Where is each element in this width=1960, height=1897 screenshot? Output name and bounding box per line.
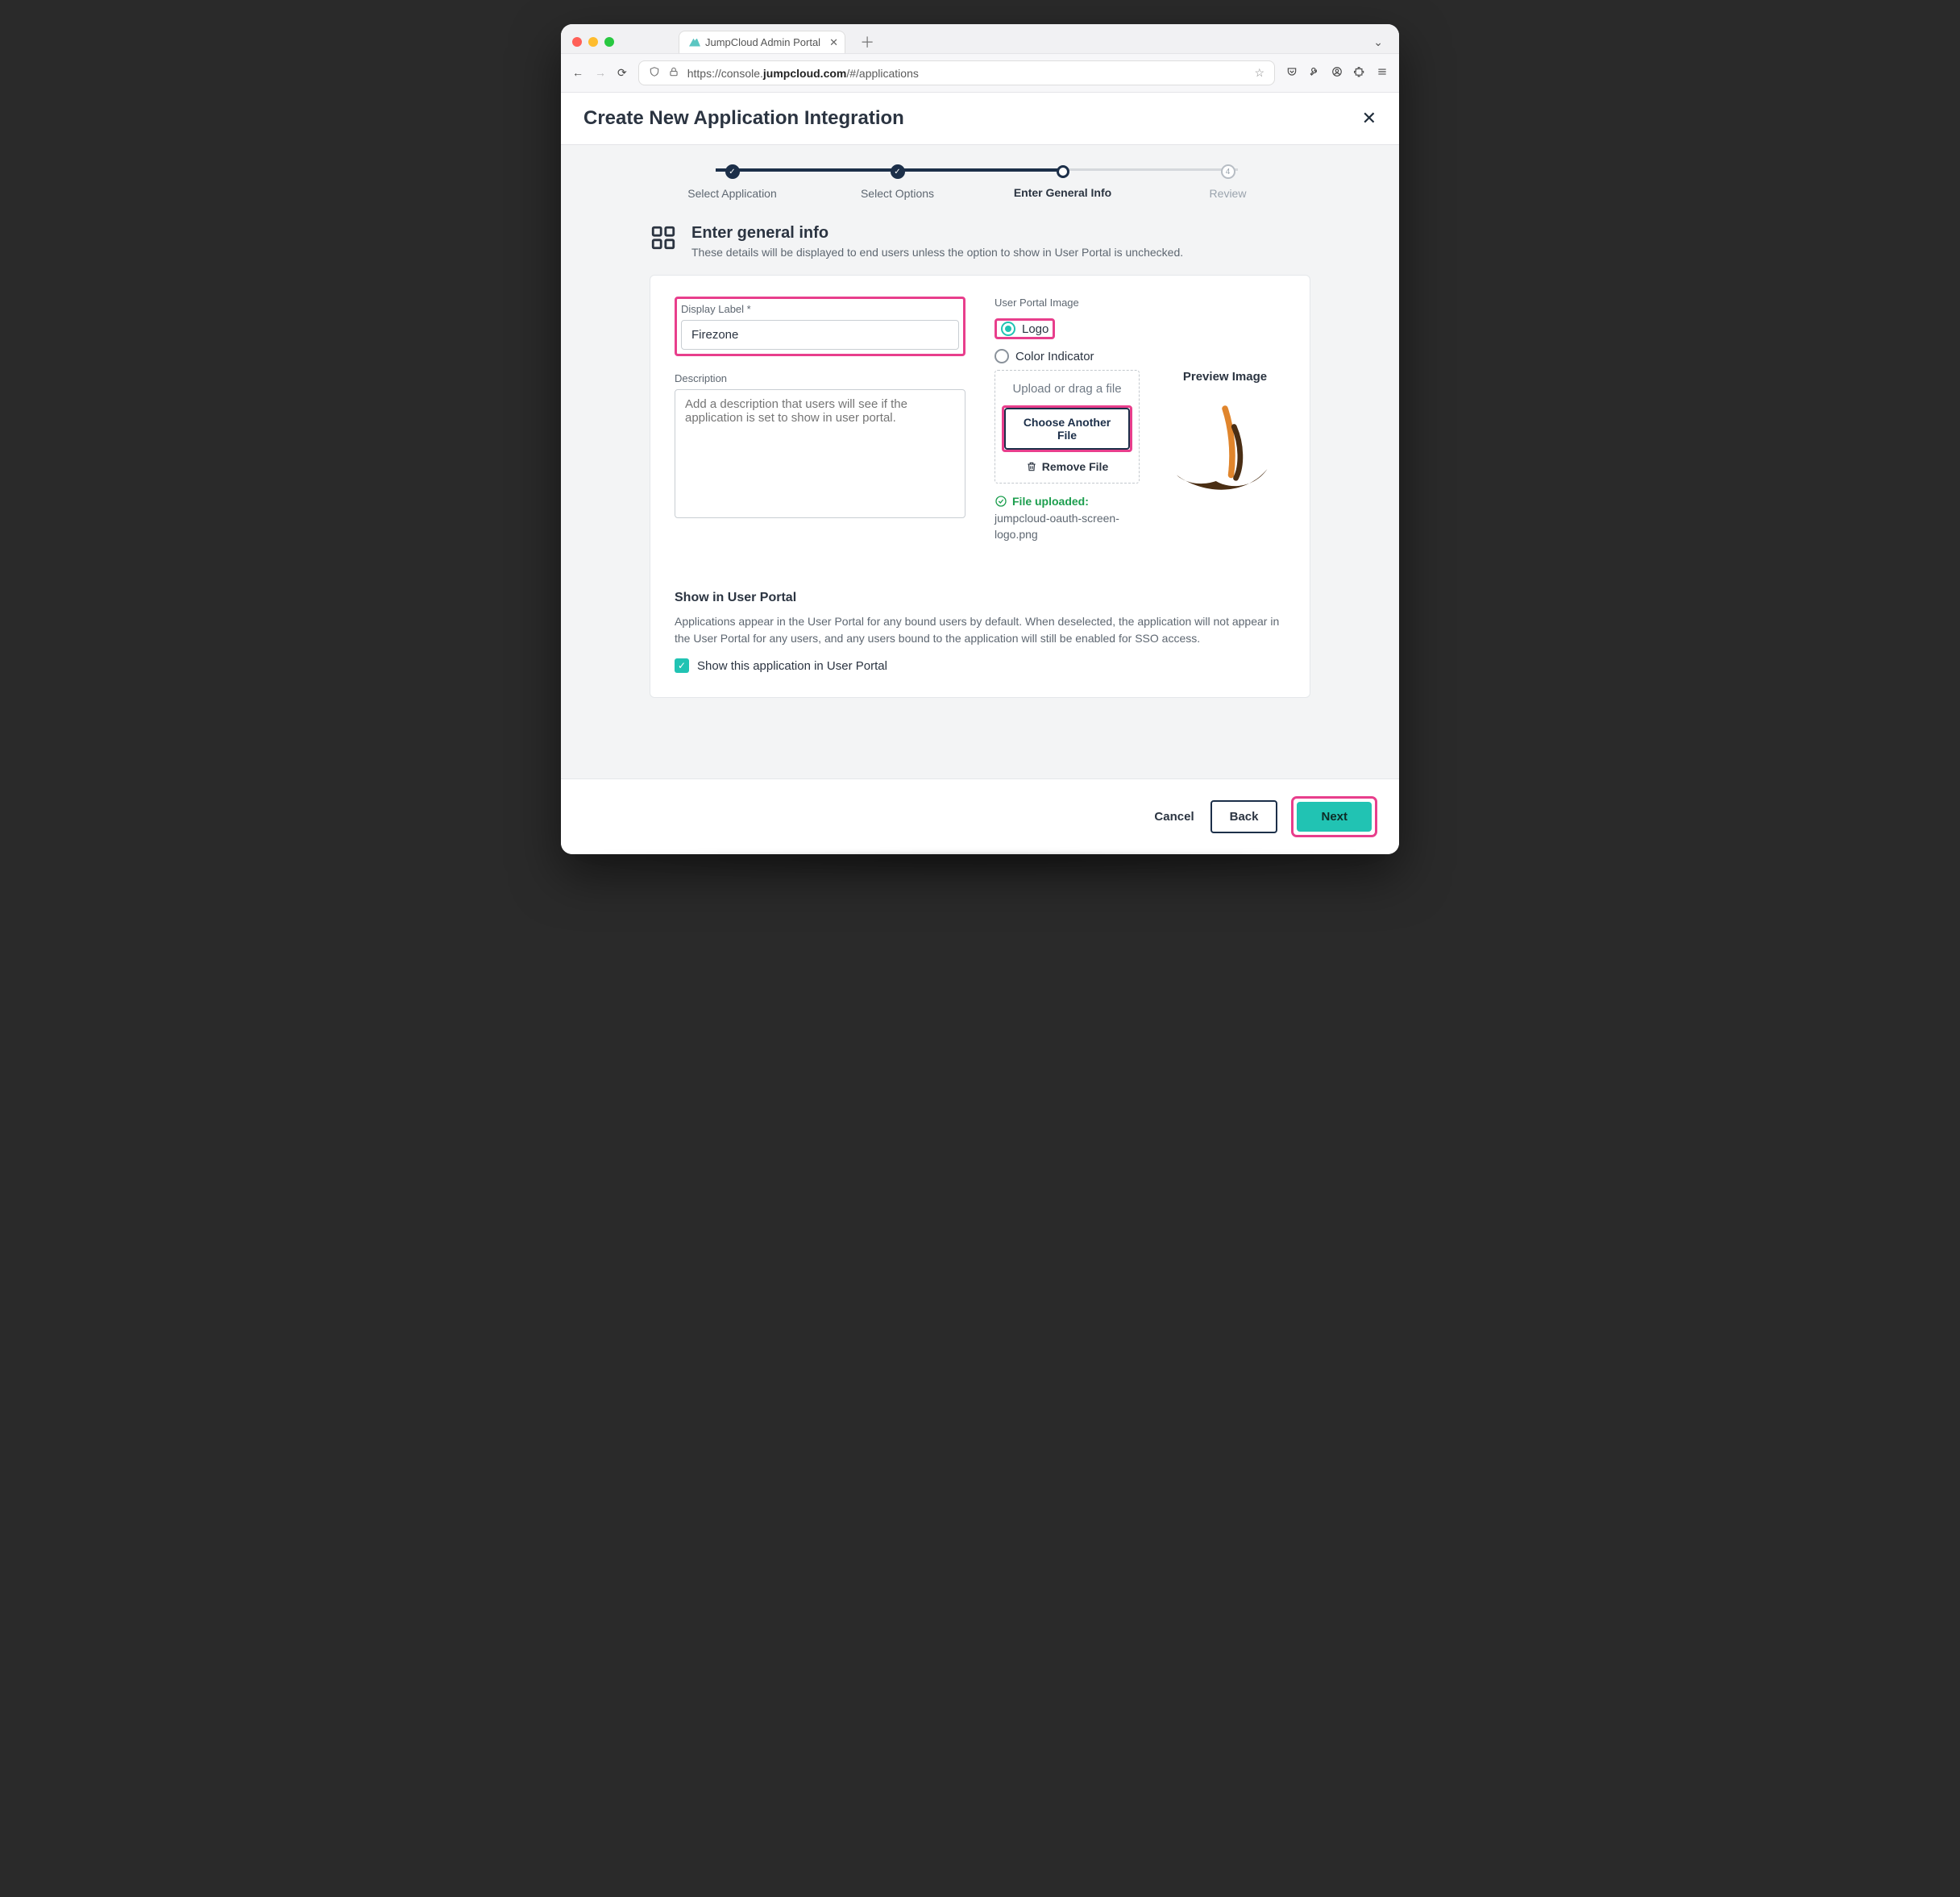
file-uploaded-label: File uploaded: — [1012, 495, 1089, 508]
titlebar: JumpCloud Admin Portal ✕ ＋ ⌄ — [561, 24, 1399, 53]
step-bar-2 — [887, 168, 1059, 172]
step-1-label: Select Application — [650, 187, 815, 200]
show-in-portal-checkbox-label: Show this application in User Portal — [697, 659, 887, 673]
window-shadow — [561, 854, 1399, 878]
next-button[interactable]: Next — [1297, 802, 1372, 832]
shield-icon — [649, 66, 660, 80]
radio-logo[interactable] — [1001, 322, 1015, 336]
display-label-input[interactable] — [681, 320, 959, 350]
upload-hint: Upload or drag a file — [1002, 382, 1132, 396]
page-title: Create New Application Integration — [583, 107, 904, 130]
wrench-icon[interactable] — [1309, 66, 1320, 80]
step-check-icon: ✓ — [891, 164, 905, 179]
user-portal-image-label: User Portal Image — [995, 297, 1285, 309]
step-3-label: Enter General Info — [980, 186, 1145, 199]
step-bar-1 — [716, 168, 887, 172]
pocket-icon[interactable] — [1286, 66, 1298, 80]
nav-back-icon[interactable]: ← — [572, 66, 583, 80]
tab-favicon — [689, 39, 700, 47]
step-2-label: Select Options — [815, 187, 980, 200]
choose-file-button[interactable]: Choose Another File — [1004, 408, 1130, 450]
file-status: File uploaded: jumpcloud-oauth-screen-lo… — [995, 495, 1144, 542]
new-tab-button[interactable]: ＋ — [860, 31, 874, 52]
tab-close-icon[interactable]: ✕ — [829, 36, 838, 49]
tabs-overflow-icon[interactable]: ⌄ — [1373, 35, 1388, 49]
page-body: ✓ Select Application ✓ Select Options En… — [561, 145, 1399, 778]
nav-reload-icon[interactable]: ⟳ — [617, 66, 627, 80]
step-check-icon: ✓ — [725, 164, 740, 179]
section-subtitle: These details will be displayed to end u… — [691, 246, 1183, 259]
show-in-portal-heading: Show in User Portal — [675, 591, 1285, 605]
section-title: Enter general info — [691, 224, 1183, 243]
window-close[interactable] — [572, 37, 582, 47]
apps-grid-icon — [650, 224, 677, 251]
lock-icon — [668, 66, 679, 80]
remove-file-button[interactable]: Remove File — [1002, 460, 1132, 473]
radio-color-indicator[interactable] — [995, 349, 1009, 363]
section-lead: Enter general info These details will be… — [650, 224, 1310, 259]
menu-icon[interactable] — [1377, 66, 1388, 80]
display-label-field: Display Label * — [675, 297, 965, 356]
bookmark-star-icon[interactable]: ☆ — [1254, 66, 1264, 80]
url-toolbar: ← → ⟳ https://console.jumpcloud.com/#/ap… — [561, 53, 1399, 93]
upload-dropzone[interactable]: Upload or drag a file Choose Another Fil… — [995, 370, 1140, 484]
browser-tab[interactable]: JumpCloud Admin Portal ✕ — [679, 31, 845, 53]
footer-actions: Cancel Back Next — [561, 778, 1399, 854]
step-4-label: Review — [1145, 187, 1310, 200]
preview-label: Preview Image — [1165, 370, 1285, 384]
url-field[interactable]: https://console.jumpcloud.com/#/applicat… — [638, 60, 1275, 85]
back-button[interactable]: Back — [1210, 800, 1278, 833]
radio-color-label: Color Indicator — [1015, 350, 1094, 363]
step-bar-3 — [1059, 168, 1237, 171]
browser-window: JumpCloud Admin Portal ✕ ＋ ⌄ ← → ⟳ https… — [561, 24, 1399, 854]
description-input[interactable] — [675, 389, 965, 518]
extensions-icon[interactable] — [1354, 66, 1365, 80]
preview-pane: Preview Image — [1165, 370, 1285, 501]
show-in-portal-section: Show in User Portal Applications appear … — [675, 591, 1285, 673]
window-minimize[interactable] — [588, 37, 598, 47]
cancel-button[interactable]: Cancel — [1154, 810, 1194, 824]
stepper: ✓ Select Application ✓ Select Options En… — [650, 161, 1310, 200]
step-number-icon: 4 — [1221, 164, 1235, 179]
nav-forward-icon[interactable]: → — [595, 66, 606, 80]
url-text: https://console.jumpcloud.com/#/applicat… — [687, 67, 919, 80]
preview-image — [1165, 396, 1285, 501]
radio-logo-label: Logo — [1022, 322, 1049, 336]
close-icon[interactable]: ✕ — [1362, 108, 1377, 129]
display-label-label: Display Label * — [681, 303, 959, 315]
account-icon[interactable] — [1331, 66, 1343, 80]
step-current-icon — [1057, 165, 1069, 178]
show-in-portal-checkbox[interactable]: ✓ — [675, 658, 689, 673]
tab-title: JumpCloud Admin Portal — [705, 36, 820, 48]
check-circle-icon — [995, 495, 1007, 508]
uploaded-file-name: jumpcloud-oauth-screen-logo.png — [995, 511, 1144, 542]
trash-icon — [1026, 461, 1037, 472]
show-in-portal-desc: Applications appear in the User Portal f… — [675, 613, 1285, 647]
description-label: Description — [675, 372, 965, 384]
form-card: Display Label * Description User Portal … — [650, 275, 1310, 698]
window-controls — [572, 37, 614, 47]
window-maximize[interactable] — [604, 37, 614, 47]
